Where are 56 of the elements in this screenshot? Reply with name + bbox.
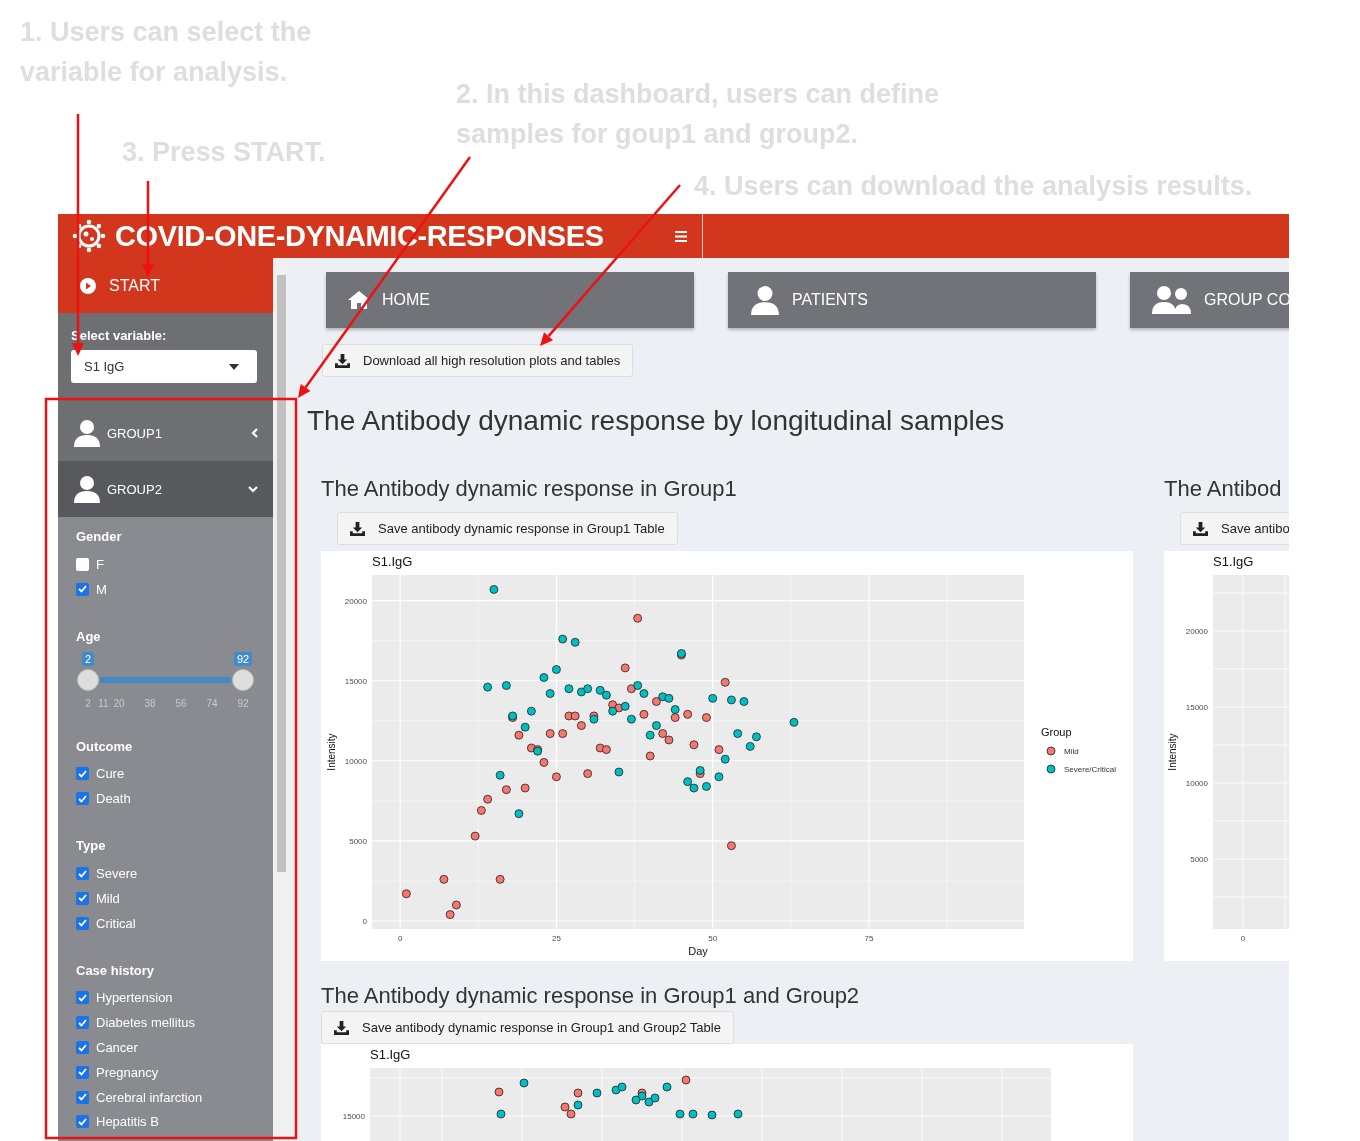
slider-grid-label: 74 (206, 697, 218, 709)
checkbox-label: Mild (96, 890, 120, 906)
filter-title: Case history (76, 962, 156, 979)
page-heading: The Antibody dynamic response by longitudinal samples (307, 404, 1006, 438)
filter-title: Gender (76, 529, 123, 545)
checkbox-label: Diabetes mellitus (96, 1015, 195, 1031)
checkbox-label: Severe (96, 866, 138, 882)
checkbox-label: Pregnancy (96, 1064, 159, 1080)
checkbox-label: Hepatitis B (96, 1114, 159, 1130)
axis-tick-label: 10000 (344, 756, 367, 766)
axis-tick-label: 10000 (1185, 779, 1208, 788)
axis-title: Intensity (1167, 733, 1178, 771)
axis-tick-label: 50 (708, 934, 718, 943)
axis-tick-label: 20000 (1185, 627, 1208, 636)
slider-grid-label: 92 (237, 697, 249, 709)
axis-tick-label: 0 (1240, 934, 1246, 943)
checkbox-label: Critical (96, 915, 136, 931)
axis-tick-label: 15000 (344, 676, 367, 686)
checkbox-label: Death (96, 791, 131, 807)
legend-label: Severe/Critical (1064, 765, 1116, 774)
slider-grid-label: 20 (113, 697, 125, 709)
filter-title: Type (76, 838, 107, 855)
filter-title: Outcome (76, 738, 134, 755)
slider-value-badge: 2 (81, 651, 95, 666)
slider-value-badge: 92 (233, 651, 253, 666)
checkbox-label: F (96, 556, 104, 572)
app-title: COVID-ONE-DYNAMIC-RESPONSES (115, 219, 604, 253)
section-title: The Antibody dynamic response in Group1 (321, 475, 738, 503)
slider-grid-label: 11 (98, 697, 109, 709)
axis-tick-label: 25 (551, 934, 561, 943)
chart-title: S1.IgG (370, 1047, 411, 1062)
chart-title: S1.IgG (1213, 554, 1254, 569)
axis-tick-label: 5000 (349, 836, 367, 846)
slider-grid-label: 38 (144, 697, 156, 709)
checkbox-label: Cerebral infarction (96, 1089, 203, 1105)
section-title: The Antibody dynamic response in Group1 and Group2 (321, 982, 861, 1010)
filter-title: Age (76, 628, 102, 645)
chart-title: S1.IgG (372, 554, 413, 569)
checkbox-label: Cure (96, 766, 125, 782)
axis-title: Day (688, 945, 708, 957)
legend-title: Group (1041, 726, 1072, 738)
section-title: The Antibod (1164, 475, 1283, 503)
axis-tick-label: 20000 (344, 596, 367, 606)
checkbox-label: M (96, 581, 107, 597)
slider-grid-label: 56 (175, 697, 187, 709)
axis-tick-label: 0 (362, 917, 367, 926)
axis-tick-label: 15000 (342, 1112, 365, 1121)
axis-tick-label: 75 (864, 934, 874, 943)
axis-tick-label: 15000 (1185, 703, 1208, 712)
axis-title: Intensity (326, 733, 337, 771)
checkbox-label: Cancer (96, 1040, 138, 1056)
legend-label: Mild (1064, 747, 1079, 756)
checkbox-label: Hypertension (96, 990, 173, 1006)
slider-grid-label: 2 (85, 697, 91, 709)
axis-tick-label: 5000 (1190, 855, 1208, 864)
axis-tick-label: 0 (397, 934, 403, 943)
